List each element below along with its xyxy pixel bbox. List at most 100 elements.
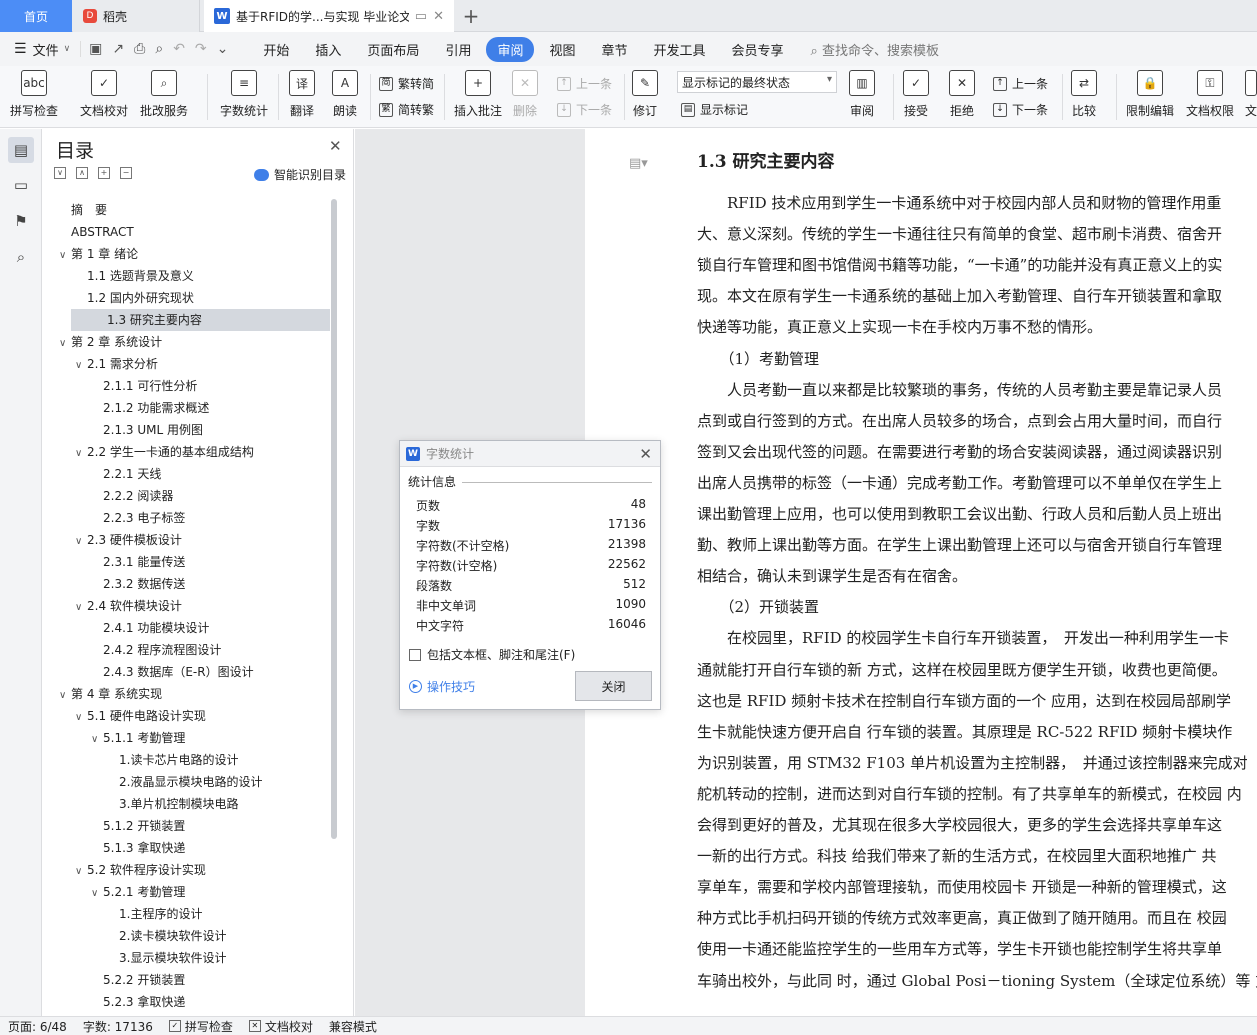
toc-item[interactable]: 2.2.1 天线: [91, 463, 161, 485]
page-layout-icon[interactable]: ▤▾: [629, 156, 648, 171]
spell-check-button[interactable]: abc 拼写检查: [10, 70, 58, 119]
toc-item[interactable]: ∨ 5.1.1 考勤管理: [91, 727, 185, 749]
toc-item[interactable]: ∨ 第 2 章 系统设计: [59, 331, 162, 353]
insert-comment-button[interactable]: + 插入批注: [454, 70, 502, 119]
toc-item[interactable]: 2.4.3 数据库（E-R）图设计: [91, 661, 254, 683]
new-tab-button[interactable]: +: [456, 0, 486, 32]
toc-item[interactable]: ∨ 2.1 需求分析: [75, 353, 158, 375]
toc-item[interactable]: ∨ 2.2 学生一卡通的基本组成结构: [75, 441, 254, 463]
document-page[interactable]: ▤▾ 1.3 研究主要内容 RFID 技术应用到学生一卡通系统中对于校园内部人员…: [585, 129, 1257, 1016]
tab-start[interactable]: 开始: [252, 37, 300, 62]
chevron-down-icon[interactable]: ∨: [91, 729, 103, 751]
file-menu-button[interactable]: ☰ 文件 ∨: [0, 40, 80, 59]
prev-comment-button[interactable]: ↑ 上一条: [557, 75, 612, 92]
tab-developer[interactable]: 开发工具: [643, 37, 717, 62]
toc-item[interactable]: 5.1.3 拿取快递: [91, 837, 185, 859]
compare-button[interactable]: ⇄ 比较: [1071, 70, 1097, 119]
export-icon[interactable]: ↗: [112, 41, 124, 57]
annotate-service-button[interactable]: ⌕ 批改服务: [140, 70, 188, 119]
chevron-down-icon[interactable]: ∨: [75, 861, 87, 883]
collapse-icon[interactable]: ∨: [54, 167, 66, 179]
tab-page-layout[interactable]: 页面布局: [356, 37, 430, 62]
save-icon[interactable]: ▣: [89, 41, 102, 57]
toc-item[interactable]: ∨ 2.3 硬件模板设计: [75, 529, 182, 551]
redo-icon[interactable]: ↷: [195, 41, 207, 57]
toc-item[interactable]: 2.2.2 阅读器: [91, 485, 173, 507]
accept-button[interactable]: ✓ 接受: [903, 70, 929, 119]
read-aloud-button[interactable]: A 朗读: [332, 70, 358, 119]
chevron-down-icon[interactable]: ∨: [75, 355, 87, 377]
tab-document[interactable]: W 基于RFID的学...与实现 毕业论文 ▭ ✕: [204, 0, 454, 32]
chevron-down-icon[interactable]: ∨: [75, 597, 87, 619]
toc-item[interactable]: 1.读卡芯片电路的设计: [107, 749, 238, 771]
more-ribbon-button[interactable]: 文: [1245, 70, 1257, 119]
toc-item[interactable]: 1.1 选题背景及意义: [75, 265, 194, 287]
chevron-down-icon[interactable]: ∨: [59, 245, 71, 267]
delete-comment-button[interactable]: ✕ 删除: [512, 70, 538, 119]
tab-chapter[interactable]: 章节: [590, 37, 638, 62]
close-tab-icon[interactable]: ✕: [433, 9, 444, 24]
chapter-nav-icon[interactable]: ▭: [8, 172, 34, 198]
review-pane-button[interactable]: ▥ 审阅: [849, 70, 875, 119]
prev-change-button[interactable]: ↑ 上一条: [993, 75, 1048, 92]
toc-item[interactable]: 2.3.1 能量传送: [91, 551, 185, 573]
customize-icon[interactable]: ⌄: [217, 41, 229, 57]
tab-member[interactable]: 会员专享: [721, 37, 795, 62]
simp-to-trad-button[interactable]: 繁简转繁: [379, 101, 434, 118]
tab-view[interactable]: 视图: [538, 37, 586, 62]
print-icon[interactable]: ⎙: [134, 41, 145, 57]
toc-item[interactable]: 5.2.3 拿取快递: [91, 991, 185, 1013]
tab-daoke[interactable]: D 稻壳: [73, 0, 200, 32]
toc-item[interactable]: ∨ 第 4 章 系统实现: [59, 683, 162, 705]
word-count-button[interactable]: ≡ 字数统计: [220, 70, 268, 119]
toc-item[interactable]: 2.1.3 UML 用例图: [91, 419, 203, 441]
translate-button[interactable]: 译 翻译: [289, 70, 315, 119]
toc-item[interactable]: ∨ 5.2 软件程序设计实现: [75, 859, 206, 881]
doc-proof-button[interactable]: ✓ 文档校对: [80, 70, 128, 119]
chevron-down-icon[interactable]: ∨: [91, 883, 103, 905]
print-preview-icon[interactable]: ⌕: [155, 41, 163, 57]
toc-scrollbar[interactable]: [331, 199, 337, 839]
doc-permission-button[interactable]: ⚿ 文档权限: [1186, 70, 1234, 119]
chevron-down-icon[interactable]: ∨: [59, 333, 71, 355]
toc-item[interactable]: ∨ 5.2.1 考勤管理: [91, 881, 185, 903]
command-search[interactable]: ⌕ 查找命令、搜索模板: [811, 40, 939, 59]
toc-item[interactable]: ∨ 5.1 硬件电路设计实现: [75, 705, 206, 727]
toc-item[interactable]: 1.主程序的设计: [107, 903, 202, 925]
toc-item[interactable]: 2.1.2 功能需求概述: [91, 397, 209, 419]
toc-item[interactable]: 1.2 国内外研究现状: [75, 287, 194, 309]
track-changes-button[interactable]: ✎ 修订: [632, 70, 658, 119]
word-count-indicator[interactable]: 字数: 17136: [83, 1018, 153, 1035]
smart-toc-button[interactable]: 智能识别目录: [254, 166, 346, 183]
toc-item[interactable]: 5.2.2 开锁装置: [91, 969, 185, 991]
undo-icon[interactable]: ↶: [173, 41, 185, 57]
toc-item[interactable]: ∨ 第 1 章 绪论: [59, 243, 138, 265]
expand-icon[interactable]: ∧: [76, 167, 88, 179]
find-icon[interactable]: ⌕: [8, 244, 34, 270]
page-indicator[interactable]: 页面: 6/48: [8, 1018, 67, 1035]
add-level-icon[interactable]: +: [98, 167, 110, 179]
close-button[interactable]: 关闭: [575, 671, 652, 701]
tab-references[interactable]: 引用: [434, 37, 482, 62]
chevron-down-icon[interactable]: ∨: [75, 443, 87, 465]
toc-item[interactable]: 2.读卡模块软件设计: [107, 925, 226, 947]
reject-button[interactable]: ✕ 拒绝: [949, 70, 975, 119]
trad-to-simp-button[interactable]: 简繁转简: [379, 75, 434, 92]
next-comment-button[interactable]: ↓ 下一条: [557, 101, 612, 118]
toc-item[interactable]: 2.2.3 电子标签: [91, 507, 185, 529]
show-markup-button[interactable]: ▤ 显示标记: [681, 101, 748, 118]
chevron-down-icon[interactable]: ∨: [75, 707, 87, 729]
toc-item[interactable]: 2.3.2 数据传送: [91, 573, 185, 595]
toc-item[interactable]: 2.液晶显示模块电路的设计: [107, 771, 262, 793]
chevron-down-icon[interactable]: ∨: [75, 531, 87, 553]
toc-item[interactable]: 5.1.2 开锁装置: [91, 815, 185, 837]
spell-check-status[interactable]: ✓ 拼写检查: [168, 1018, 233, 1035]
toc-item[interactable]: ABSTRACT: [59, 221, 134, 243]
chevron-down-icon[interactable]: ∨: [59, 685, 71, 707]
toc-item[interactable]: 3.单片机控制模块电路: [107, 793, 238, 815]
toc-item[interactable]: 1.3 研究主要内容: [71, 309, 330, 331]
toc-item[interactable]: 3.显示模块软件设计: [107, 947, 226, 969]
toc-item[interactable]: 2.1.1 可行性分析: [91, 375, 197, 397]
tab-insert[interactable]: 插入: [304, 37, 352, 62]
doc-proof-status[interactable]: ✕ 文档校对: [248, 1018, 313, 1035]
